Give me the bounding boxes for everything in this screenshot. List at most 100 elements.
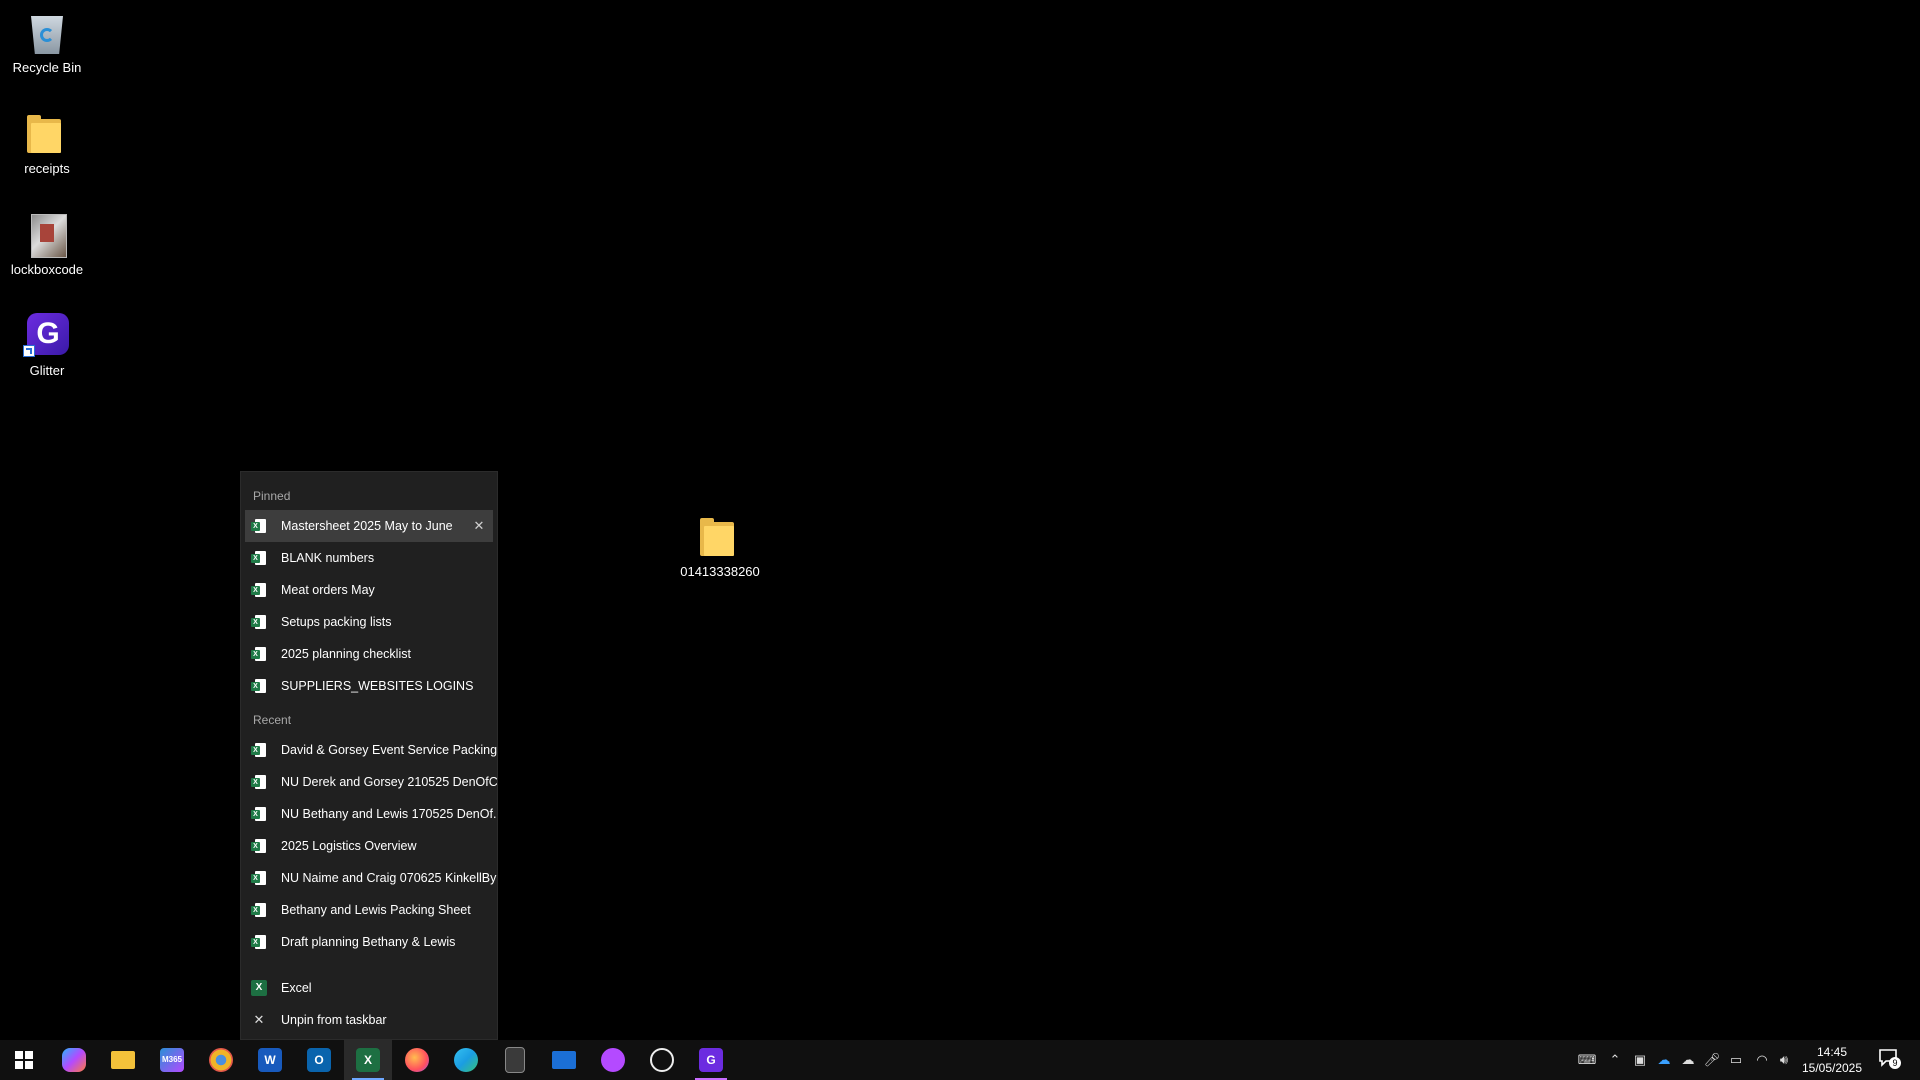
wifi-icon[interactable]: ◠ [1752, 1050, 1772, 1070]
image-file-icon [23, 210, 71, 258]
taskbar-outlook[interactable]: O [295, 1040, 343, 1080]
taskbar-copilot[interactable] [50, 1040, 98, 1080]
recycle-bin-icon [23, 8, 71, 56]
unpin-icon[interactable]: ✕ [471, 518, 487, 534]
taskbar-store[interactable] [540, 1040, 588, 1080]
desktop-icon-lockboxcode[interactable]: lockboxcode [0, 210, 97, 277]
desktop-icon-glitter[interactable]: G Glitter [0, 311, 97, 378]
taskbar-file-explorer[interactable] [99, 1040, 147, 1080]
cloud-icon[interactable]: ☁ [1678, 1050, 1698, 1070]
excel-file-icon: X [251, 582, 267, 598]
excel-file-icon: X [251, 902, 267, 918]
chatgpt-icon [650, 1048, 674, 1072]
jumplist-item-label: Mastersheet 2025 May to June [281, 519, 453, 533]
excel-file-icon: X [251, 518, 267, 534]
jumplist-recent-item[interactable]: X NU Derek and Gorsey 210525 DenOfC... [241, 766, 497, 798]
desktop-icon-label: Recycle Bin [12, 60, 82, 75]
jumplist-pinned-item[interactable]: X Mastersheet 2025 May to June ✕ [245, 510, 493, 542]
taskbar-calculator[interactable] [491, 1040, 539, 1080]
desktop-icon-phone-folder[interactable]: 01413338260 [670, 512, 770, 579]
glitter-app-icon: G [23, 311, 71, 359]
excel-icon: X [356, 1048, 380, 1072]
jumplist-pinned-item[interactable]: X 2025 planning checklist [241, 638, 497, 670]
taskbar-clock[interactable]: 14:45 15/05/2025 [1790, 1044, 1874, 1076]
glitter-icon: G [699, 1048, 723, 1072]
jumplist-recent-item[interactable]: X NU Bethany and Lewis 170525 DenOf... [241, 798, 497, 830]
unpin-icon: ✕ [253, 1012, 265, 1027]
desktop-icon-recycle-bin[interactable]: Recycle Bin [0, 8, 97, 75]
taskbar-edge[interactable] [442, 1040, 490, 1080]
taskbar-firefox[interactable] [393, 1040, 441, 1080]
keyboard-icon[interactable]: ⌨ [1577, 1050, 1597, 1070]
jumplist-item-label: NU Derek and Gorsey 210525 DenOfC... [281, 775, 497, 789]
excel-jump-list: Pinned X Mastersheet 2025 May to June ✕ … [240, 471, 498, 1040]
jumplist-item-label: 2025 Logistics Overview [281, 839, 417, 853]
jumplist-recent-item[interactable]: X Bethany and Lewis Packing Sheet [241, 894, 497, 926]
jumplist-item-label: 2025 planning checklist [281, 647, 411, 661]
pinned-section-header: Pinned [253, 489, 291, 503]
jumplist-item-label: Unpin from taskbar [281, 1013, 387, 1027]
taskbar-glitter[interactable]: G [687, 1040, 735, 1080]
jumplist-item-label: Excel [281, 981, 312, 995]
jumplist-pinned-item[interactable]: X Meat orders May [241, 574, 497, 606]
jumplist-item-label: NU Naime and Craig 070625 KinkellByre [281, 871, 497, 885]
folder-icon [23, 109, 71, 157]
jumplist-item-label: Draft planning Bethany & Lewis [281, 935, 456, 949]
clock-time: 14:45 [1816, 1045, 1848, 1059]
jumplist-unpin-from-taskbar[interactable]: ✕ Unpin from taskbar [241, 1004, 497, 1036]
desktop-icon-label: Glitter [29, 363, 65, 378]
desktop-icon-receipts[interactable]: receipts [0, 109, 97, 176]
jumplist-recent-item[interactable]: X Draft planning Bethany & Lewis [241, 926, 497, 958]
calculator-icon [505, 1047, 525, 1073]
jumplist-item-label: SUPPLIERS_WEBSITES LOGINS [281, 679, 474, 693]
word-icon: W [258, 1048, 282, 1072]
onedrive-icon[interactable]: ☁ [1654, 1050, 1674, 1070]
taskbar-m365[interactable]: M365 [148, 1040, 196, 1080]
taskbar-excel[interactable]: X [344, 1040, 392, 1080]
edge-icon [454, 1048, 478, 1072]
excel-file-icon: X [251, 646, 267, 662]
jumplist-pinned-item[interactable]: X Setups packing lists [241, 606, 497, 638]
excel-file-icon: X [251, 934, 267, 950]
meet-now-icon[interactable]: ▣ [1630, 1050, 1650, 1070]
excel-file-icon: X [251, 838, 267, 854]
desktop-icon-label: receipts [24, 161, 70, 176]
clock-date: 15/05/2025 [1801, 1061, 1863, 1075]
copilot-icon [62, 1048, 86, 1072]
jumplist-pinned-item[interactable]: X BLANK numbers [241, 542, 497, 574]
chevron-up-icon[interactable]: ⌃ [1605, 1050, 1625, 1070]
notification-center-button[interactable]: 9 [1878, 1048, 1902, 1072]
shortcut-arrow-icon [23, 345, 35, 357]
browser-icon [209, 1048, 233, 1072]
taskbar-chrome[interactable] [197, 1040, 245, 1080]
recent-section-header: Recent [253, 713, 292, 727]
excel-file-icon: X [251, 550, 267, 566]
m365-icon: M365 [160, 1048, 184, 1072]
taskbar-chatgpt[interactable] [638, 1040, 686, 1080]
outlook-icon: O [307, 1048, 331, 1072]
desktop-icon-label: lockboxcode [10, 262, 84, 277]
excel-file-icon: X [251, 742, 267, 758]
jumplist-recent-item[interactable]: X 2025 Logistics Overview [241, 830, 497, 862]
desktop-icon-label: 01413338260 [680, 564, 760, 579]
excel-file-icon: X [251, 774, 267, 790]
file-explorer-icon [111, 1051, 135, 1069]
jumplist-recent-item[interactable]: X NU Naime and Craig 070625 KinkellByre [241, 862, 497, 894]
taskbar-podcast-app[interactable] [589, 1040, 637, 1080]
windows-logo-icon [15, 1051, 33, 1069]
microphone-icon[interactable]: 🎤︎ [1702, 1050, 1722, 1070]
taskbar-word[interactable]: W [246, 1040, 294, 1080]
excel-file-icon: X [251, 678, 267, 694]
notification-count-badge: 9 [1889, 1057, 1901, 1069]
battery-icon[interactable]: ▭ [1726, 1050, 1746, 1070]
jumplist-recent-item[interactable]: X David & Gorsey Event Service Packing..… [241, 734, 497, 766]
jumplist-pinned-item[interactable]: X SUPPLIERS_WEBSITES LOGINS [241, 670, 497, 702]
jumplist-open-excel[interactable]: X Excel [241, 972, 497, 1004]
excel-file-icon: X [251, 614, 267, 630]
start-button[interactable] [0, 1040, 48, 1080]
jumplist-item-label: NU Bethany and Lewis 170525 DenOf... [281, 807, 497, 821]
taskbar: M365 W O X G ⌨ ⌃ ▣ ☁ ☁ 🎤︎ ▭ ◠ 🔊︎ 14:45 1… [0, 1040, 1920, 1080]
folder-icon [696, 512, 744, 560]
excel-app-icon: X [251, 980, 267, 996]
jumplist-item-label: David & Gorsey Event Service Packing... [281, 743, 497, 757]
